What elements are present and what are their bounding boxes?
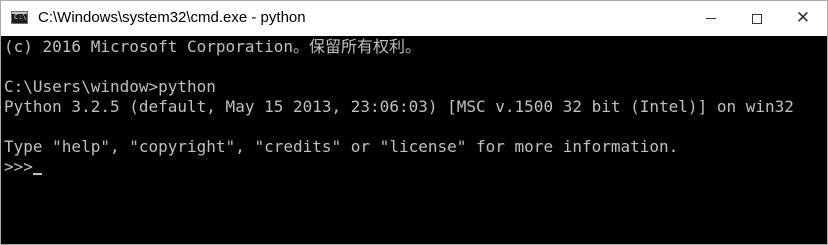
- title-bar[interactable]: C:\ C:\Windows\system32\cmd.exe - python…: [1, 1, 827, 36]
- console-line: (c) 2016 Microsoft Corporation。保留所有权利。: [4, 37, 421, 56]
- close-button[interactable]: ✕: [780, 1, 826, 36]
- console-line: Python 3.2.5 (default, May 15 2013, 23:0…: [4, 97, 794, 116]
- console-output[interactable]: (c) 2016 Microsoft Corporation。保留所有权利。 C…: [1, 36, 827, 244]
- minimize-button[interactable]: [688, 1, 734, 36]
- minimize-icon: [706, 18, 716, 19]
- console-line: Type "help", "copyright", "credits" or "…: [4, 137, 679, 156]
- window-title: C:\Windows\system32\cmd.exe - python: [38, 9, 306, 26]
- maximize-icon: [752, 13, 762, 24]
- close-icon: ✕: [795, 8, 811, 28]
- text-cursor: [32, 173, 42, 175]
- prompt-line[interactable]: >>>: [4, 157, 827, 177]
- python-prompt: >>>: [4, 157, 33, 176]
- console-line: C:\Users\window>python: [4, 77, 216, 96]
- maximize-button[interactable]: [734, 1, 780, 36]
- cmd-icon[interactable]: C:\: [11, 11, 28, 24]
- cmd-window: C:\ C:\Windows\system32\cmd.exe - python…: [0, 0, 828, 245]
